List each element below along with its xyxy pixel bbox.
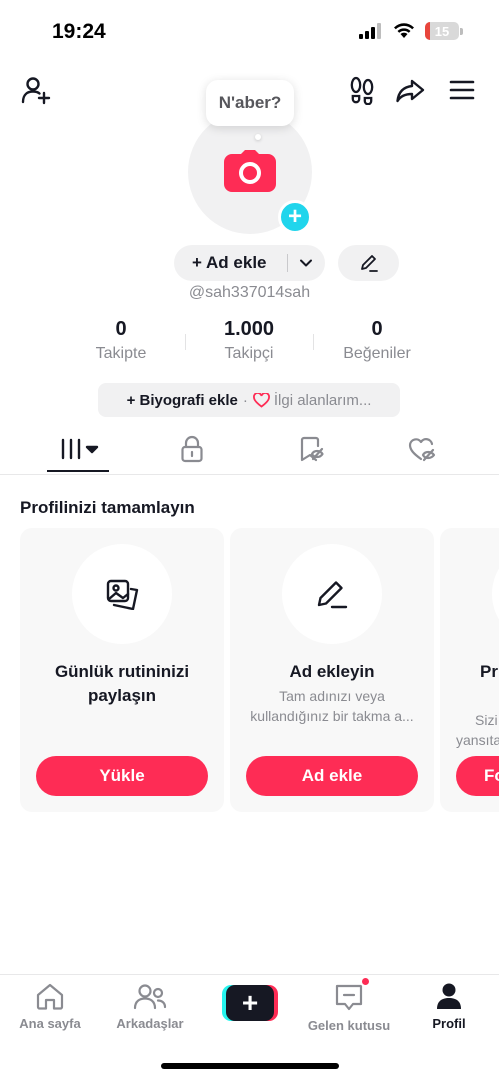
heart-icon (252, 392, 270, 408)
add-friend-icon (21, 77, 51, 105)
add-photo-badge[interactable]: + (278, 200, 312, 234)
lock-icon (181, 435, 203, 463)
card-title-line: Günlük rutininizi (54, 662, 190, 681)
card-title: Pr (480, 662, 498, 681)
friends-icon (133, 984, 167, 1010)
photos-icon (106, 579, 139, 610)
followers-stat[interactable]: 1.000 Takipçi (184, 318, 314, 363)
add-name-button[interactable]: + Ad ekle (174, 245, 325, 281)
add-bio-label: + Biyografi ekle (126, 391, 238, 409)
tab-videos[interactable] (47, 432, 109, 466)
followers-label: Takipçi (224, 345, 274, 362)
card-icon-circle (492, 544, 499, 644)
card-share-routine: Günlük rutininizi paylaşın Yükle (20, 528, 224, 812)
add-friend-button[interactable] (18, 72, 54, 108)
card-title-line: paylaşın (87, 686, 157, 705)
menu-button[interactable] (444, 72, 480, 108)
notification-dot (360, 976, 371, 987)
tab-private[interactable] (172, 432, 212, 466)
profile-icon (437, 983, 461, 1009)
signal-icon (359, 23, 381, 39)
footprints-icon (350, 76, 374, 105)
home-icon (36, 983, 64, 1010)
nav-profile[interactable]: Profil (399, 982, 499, 1031)
interests-label: İlgi alanlarım... (273, 391, 372, 409)
card-title: Ad ekleyin (289, 662, 375, 681)
liked-heart-icon (408, 438, 436, 462)
following-stat[interactable]: 0 Takipte (56, 318, 186, 363)
battery-percent: 15 (434, 23, 450, 39)
nav-label: Profil (432, 1016, 466, 1031)
nav-label: Arkadaşlar (116, 1016, 184, 1031)
upload-button[interactable]: Yükle (36, 756, 208, 796)
inbox-icon (335, 984, 363, 1011)
pencil-icon (360, 255, 378, 272)
bottom-nav-divider (0, 974, 499, 975)
edit-profile-button[interactable] (338, 245, 399, 281)
card-desc-line: kullandığınız bir takma a... (250, 708, 414, 724)
tab-liked[interactable] (403, 432, 443, 466)
card-icon-circle (72, 544, 172, 644)
add-name-label: + Ad ekle (192, 253, 267, 272)
card-title: Günlük rutininizi paylaşın (30, 660, 214, 708)
plus-icon: + (287, 203, 302, 230)
status-icons: 15 (359, 22, 463, 40)
bio-separator: · (242, 391, 248, 409)
tab-saved[interactable] (291, 432, 331, 466)
likes-count: 0 (371, 318, 383, 340)
card-button[interactable]: Fo (456, 756, 499, 796)
camera-icon (224, 150, 276, 192)
likes-stat[interactable]: 0 Beğeniler (312, 318, 442, 363)
menu-icon (449, 80, 475, 100)
username: @sah337014sah (188, 284, 311, 301)
create-plus-icon: + (226, 985, 274, 1021)
battery-cap (460, 27, 463, 35)
card-description: Tam adınızı veya kullandığınız bir takma… (240, 686, 424, 726)
nav-inbox[interactable]: Gelen kutusu (299, 982, 399, 1033)
add-bio-button[interactable]: + Biyografi ekle · İlgi alanlarım... (98, 383, 400, 417)
followers-count: 1.000 (223, 318, 275, 340)
home-indicator (161, 1063, 339, 1069)
status-bubble[interactable]: N'aber? (206, 80, 294, 126)
share-profile-button[interactable] (392, 72, 428, 108)
following-label: Takipte (95, 345, 147, 362)
videos-grid-icon (61, 438, 99, 460)
nav-home[interactable]: Ana sayfa (0, 982, 100, 1031)
section-title: Profilinizi tamamlayın (20, 498, 195, 517)
wifi-icon (394, 23, 414, 38)
nav-label: Gelen kutusu (307, 1018, 391, 1033)
tabs-divider (0, 474, 499, 475)
status-time: 19:24 (52, 20, 106, 43)
card-desc-line: yansıta (456, 732, 499, 748)
card-partial: Pr Sizi yansıta Fo (440, 528, 499, 812)
nav-friends[interactable]: Arkadaşlar (100, 982, 200, 1031)
bubble-tail (255, 134, 261, 140)
create-button[interactable]: + (222, 985, 278, 1021)
bookmark-icon (300, 436, 324, 462)
share-icon (396, 79, 425, 103)
nav-label: Ana sayfa (19, 1016, 81, 1031)
card-desc-line: Sizi (475, 712, 498, 728)
divider (287, 254, 288, 272)
add-name-card-button[interactable]: Ad ekle (246, 756, 418, 796)
pencil-icon (317, 581, 348, 609)
battery-indicator: 15 (425, 22, 459, 40)
likes-label: Beğeniler (343, 345, 411, 362)
card-add-name: Ad ekleyin Tam adınızı veya kullandığını… (230, 528, 434, 812)
card-icon-circle (282, 544, 382, 644)
profile-views-button[interactable] (344, 72, 380, 108)
chevron-down-icon[interactable] (299, 256, 313, 270)
following-count: 0 (115, 318, 127, 340)
tab-indicator (47, 470, 109, 472)
card-desc-line: Tam adınızı veya (279, 688, 385, 704)
